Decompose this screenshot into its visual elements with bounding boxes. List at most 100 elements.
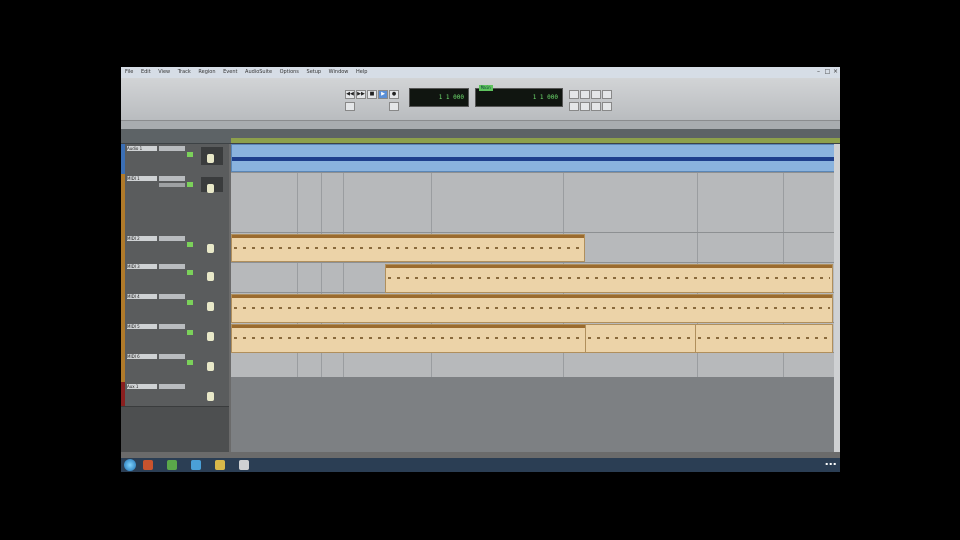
loop-icon[interactable]: [345, 102, 355, 111]
menu-audiosuite[interactable]: AudioSuite: [245, 69, 272, 75]
playback-marker-ruler[interactable]: [231, 138, 840, 143]
track-header-aux-1[interactable]: Aux 1: [121, 382, 229, 407]
track-name[interactable]: MIDI 6: [127, 354, 157, 359]
track-name[interactable]: MIDI 1: [127, 176, 157, 181]
pro-tools-icon[interactable]: [239, 460, 249, 470]
menu-edit[interactable]: Edit: [141, 69, 151, 75]
fader-knob[interactable]: [207, 392, 214, 401]
track-header-midi-2[interactable]: MIDI 2: [121, 234, 229, 263]
input-monitor-icon[interactable]: [187, 270, 193, 275]
meter-button[interactable]: [602, 102, 612, 111]
input-monitor-icon[interactable]: [187, 300, 193, 305]
tempo-button[interactable]: [602, 90, 612, 99]
midi-notes: [234, 307, 830, 310]
menu-view[interactable]: View: [158, 69, 170, 75]
midi-region[interactable]: [231, 234, 585, 262]
track-header-midi-5[interactable]: MIDI 5: [121, 322, 229, 353]
timeline-rulers[interactable]: [121, 129, 840, 144]
browser-icon[interactable]: [143, 460, 153, 470]
track-name[interactable]: MIDI 4: [127, 294, 157, 299]
metronome-icon[interactable]: [389, 102, 399, 111]
stop-button[interactable]: ■: [367, 90, 377, 99]
track-name[interactable]: MIDI 5: [127, 324, 157, 329]
track-name[interactable]: MIDI 3: [127, 264, 157, 269]
track-name[interactable]: Audio 1: [127, 146, 157, 151]
fader-knob[interactable]: [207, 332, 214, 341]
instrument-select[interactable]: [159, 183, 185, 187]
menu-help[interactable]: Help: [356, 69, 367, 75]
track-name[interactable]: Aux 1: [127, 384, 157, 389]
menu-file[interactable]: File: [125, 69, 133, 75]
windows-taskbar: ▪ ▪ ▪: [121, 458, 840, 472]
input-monitor-icon[interactable]: [187, 182, 193, 187]
fader-knob[interactable]: [207, 272, 214, 281]
start-icon[interactable]: [124, 459, 136, 471]
explorer-icon[interactable]: [191, 460, 201, 470]
midi-region[interactable]: [695, 324, 833, 353]
fader-knob[interactable]: [207, 244, 214, 253]
menu-window[interactable]: Window: [329, 69, 349, 75]
play-button[interactable]: ▶: [378, 90, 388, 99]
audio-waveform: [232, 156, 834, 161]
fader-knob[interactable]: [207, 362, 214, 371]
track-color-stripe: [121, 234, 125, 262]
midi-region[interactable]: [231, 324, 587, 353]
mute-solo-buttons[interactable]: [159, 176, 185, 181]
mute-solo-buttons[interactable]: [159, 264, 185, 269]
nudge-button[interactable]: [580, 90, 590, 99]
zoom-button[interactable]: [591, 90, 601, 99]
folder-icon[interactable]: [215, 460, 225, 470]
track-header-midi-6[interactable]: MIDI 6: [121, 352, 229, 383]
vertical-scrollbar[interactable]: [834, 144, 840, 452]
midi-notes: [698, 337, 830, 340]
mute-solo-buttons[interactable]: [159, 236, 185, 241]
fader-knob[interactable]: [207, 184, 214, 193]
fast-forward-button[interactable]: ▶▶: [356, 90, 366, 99]
fader-knob[interactable]: [207, 302, 214, 311]
mute-solo-buttons[interactable]: [159, 354, 185, 359]
transport-bar: ◀◀ ▶▶ ■ ▶ ● 1 1 000 Main 1 1 000: [121, 78, 840, 121]
midi-merge-button[interactable]: [569, 102, 579, 111]
countoff-button[interactable]: [580, 102, 590, 111]
flag-icon[interactable]: ▪: [833, 461, 836, 466]
midi-region[interactable]: [385, 264, 833, 293]
close-button[interactable]: ×: [832, 68, 839, 75]
track-color-stripe: [121, 322, 125, 352]
system-tray: ▪ ▪ ▪: [825, 461, 836, 466]
media-icon[interactable]: [167, 460, 177, 470]
input-monitor-icon[interactable]: [187, 152, 193, 157]
track-header-midi-3[interactable]: MIDI 3: [121, 262, 229, 293]
midi-notes: [234, 246, 582, 249]
track-name[interactable]: MIDI 2: [127, 236, 157, 241]
menu-region[interactable]: Region: [198, 69, 215, 75]
mute-solo-buttons[interactable]: [159, 384, 185, 389]
midi-region[interactable]: [585, 324, 697, 353]
grid-mode-button[interactable]: [569, 90, 579, 99]
volume-icon[interactable]: ▪: [829, 461, 832, 466]
fader-knob[interactable]: [207, 154, 214, 163]
menu-track[interactable]: Track: [178, 69, 191, 75]
network-icon[interactable]: ▪: [825, 461, 828, 466]
track-color-stripe: [121, 382, 125, 406]
track-header-midi-4[interactable]: MIDI 4: [121, 292, 229, 323]
input-monitor-icon[interactable]: [187, 360, 193, 365]
menu-options[interactable]: Options: [280, 69, 299, 75]
input-monitor-icon[interactable]: [187, 330, 193, 335]
maximize-button[interactable]: □: [824, 68, 831, 75]
menu-event[interactable]: Event: [223, 69, 237, 75]
empty-track-area: [231, 377, 834, 452]
lane-midi-1[interactable]: [231, 172, 834, 233]
input-monitor-icon[interactable]: [187, 242, 193, 247]
midi-region[interactable]: [231, 294, 833, 323]
conductor-button[interactable]: [591, 102, 601, 111]
mute-solo-buttons[interactable]: [159, 146, 185, 151]
track-header-audio-1[interactable]: Audio 1: [121, 144, 229, 175]
audio-region[interactable]: [231, 144, 834, 172]
mute-solo-buttons[interactable]: [159, 294, 185, 299]
record-button[interactable]: ●: [389, 90, 399, 99]
menu-setup[interactable]: Setup: [307, 69, 322, 75]
minimize-button[interactable]: –: [815, 68, 822, 75]
mute-solo-buttons[interactable]: [159, 324, 185, 329]
rewind-button[interactable]: ◀◀: [345, 90, 355, 99]
track-header-midi-1[interactable]: MIDI 1: [121, 174, 229, 235]
